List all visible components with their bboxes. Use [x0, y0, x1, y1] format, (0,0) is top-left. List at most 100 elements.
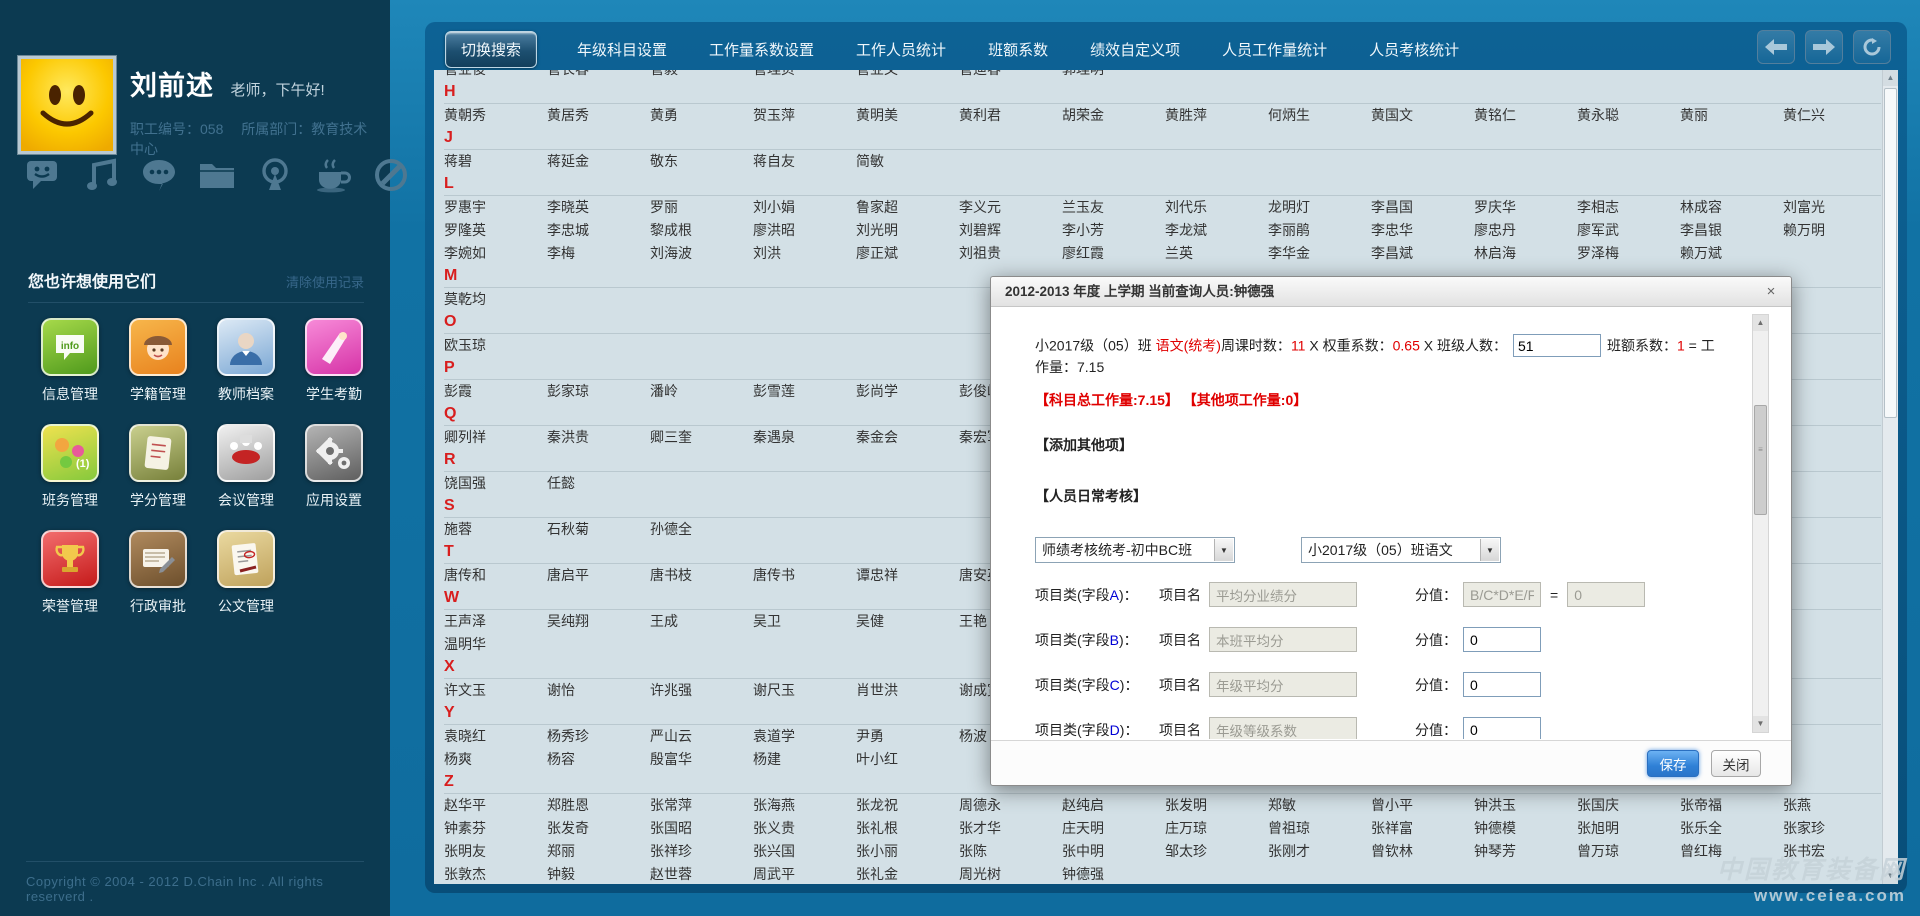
staff-name[interactable]: 吴健 — [856, 610, 959, 633]
staff-name[interactable]: 张义贵 — [753, 817, 856, 840]
staff-name[interactable]: 张发明 — [1165, 794, 1268, 817]
staff-name[interactable]: 刘海波 — [650, 242, 753, 265]
coffee-icon[interactable] — [312, 152, 354, 198]
staff-name[interactable]: 尹勇 — [856, 725, 959, 748]
staff-name[interactable]: 罗丽 — [650, 196, 753, 219]
tab-6[interactable]: 绩效自定义项 — [1088, 31, 1182, 68]
dialog-scroll-thumb[interactable]: ≡ — [1754, 405, 1767, 515]
staff-name[interactable]: 郑丽 — [547, 840, 650, 863]
staff-name[interactable]: 袁晓红 — [444, 725, 547, 748]
staff-name[interactable]: 黄胜萍 — [1165, 104, 1268, 127]
staff-name[interactable]: 王声泽 — [444, 610, 547, 633]
staff-name[interactable]: 张兴国 — [753, 840, 856, 863]
staff-name[interactable]: 彭尚学 — [856, 380, 959, 403]
chat-icon[interactable] — [138, 152, 180, 198]
staff-name[interactable]: 黄利君 — [959, 104, 1062, 127]
folder-icon[interactable] — [196, 152, 238, 198]
content-scrollbar[interactable]: ▲ ▼ — [1882, 70, 1898, 884]
staff-name[interactable]: 欧玉琼 — [444, 334, 547, 357]
staff-name[interactable]: 何炳生 — [1268, 104, 1371, 127]
staff-name[interactable]: 谢尺玉 — [753, 679, 856, 702]
scroll-up-arrow[interactable]: ▲ — [1883, 70, 1898, 86]
tab-8[interactable]: 人员考核统计 — [1367, 31, 1461, 68]
staff-name[interactable]: 赵世蓉 — [650, 863, 753, 884]
staff-name[interactable]: 钟德强 — [1062, 863, 1165, 884]
staff-name[interactable]: 兰英 — [1165, 242, 1268, 265]
staff-name[interactable]: 钟素芬 — [444, 817, 547, 840]
staff-name[interactable]: 管理贞 — [753, 70, 856, 81]
score-value-input[interactable] — [1463, 717, 1541, 739]
staff-name[interactable]: 李小芳 — [1062, 219, 1165, 242]
back-button[interactable] — [1757, 30, 1795, 64]
staff-name[interactable]: 李昌银 — [1680, 219, 1783, 242]
staff-name[interactable]: 杨容 — [547, 748, 650, 771]
staff-name[interactable]: 李晓英 — [547, 196, 650, 219]
staff-name[interactable]: 吴纯翔 — [547, 610, 650, 633]
staff-name[interactable]: 秦遇泉 — [753, 426, 856, 449]
class-subject-select[interactable]: 小2017级（05）班语文 ▼ — [1301, 537, 1501, 563]
staff-name[interactable]: 周德永 — [959, 794, 1062, 817]
staff-name[interactable]: 李丽鹃 — [1268, 219, 1371, 242]
add-other-items-label[interactable]: 【添加其他项】 — [1035, 435, 1721, 455]
app-tile-2[interactable]: 学籍管理 — [114, 318, 202, 424]
tab-5[interactable]: 班额系数 — [986, 31, 1050, 68]
staff-name[interactable]: 张礼金 — [856, 863, 959, 884]
staff-name[interactable]: 李昌国 — [1371, 196, 1474, 219]
staff-name[interactable]: 李昌斌 — [1371, 242, 1474, 265]
staff-name[interactable]: 庄天明 — [1062, 817, 1165, 840]
staff-name[interactable]: 张明友 — [444, 840, 547, 863]
staff-name[interactable]: 张才华 — [959, 817, 1062, 840]
staff-name[interactable]: 张发奇 — [547, 817, 650, 840]
scroll-thumb[interactable] — [1884, 88, 1897, 418]
staff-name[interactable]: 卿三奎 — [650, 426, 753, 449]
staff-name[interactable]: 李华金 — [1268, 242, 1371, 265]
staff-name[interactable]: 廖红霞 — [1062, 242, 1165, 265]
staff-name[interactable]: 许文玉 — [444, 679, 547, 702]
staff-name[interactable]: 张旭明 — [1577, 817, 1680, 840]
dialog-scrollbar[interactable]: ▲ ≡ ▼ — [1752, 314, 1769, 733]
review-scheme-select[interactable]: 师绩考核统考-初中BC班 ▼ — [1035, 537, 1235, 563]
staff-name[interactable]: 许兆强 — [650, 679, 753, 702]
staff-name[interactable]: 林启海 — [1474, 242, 1577, 265]
app-tile-4[interactable]: 学生考勤 — [290, 318, 378, 424]
staff-name[interactable]: 秦洪贵 — [547, 426, 650, 449]
staff-name[interactable]: 赵纯启 — [1062, 794, 1165, 817]
staff-name[interactable]: 赖万斌 — [1680, 242, 1783, 265]
staff-name[interactable]: 彭家琼 — [547, 380, 650, 403]
staff-name[interactable]: 蒋延金 — [547, 150, 650, 173]
staff-name[interactable]: 廖正斌 — [856, 242, 959, 265]
staff-name[interactable]: 管业文 — [856, 70, 959, 81]
staff-name[interactable]: 胡荣金 — [1062, 104, 1165, 127]
app-tile-1[interactable]: info信息管理 — [26, 318, 114, 424]
staff-name[interactable]: 唐传和 — [444, 564, 547, 587]
tab-1[interactable]: 切换搜索 — [445, 31, 537, 68]
staff-name[interactable]: 张刚才 — [1268, 840, 1371, 863]
staff-name[interactable]: 温明华 — [444, 633, 547, 656]
staff-name[interactable]: 贺玉萍 — [753, 104, 856, 127]
staff-name[interactable]: 张国昭 — [650, 817, 753, 840]
staff-name[interactable]: 莫乾均 — [444, 288, 547, 311]
staff-name[interactable]: 曾小平 — [1371, 794, 1474, 817]
staff-name[interactable]: 兰玉友 — [1062, 196, 1165, 219]
staff-name[interactable]: 赵华平 — [444, 794, 547, 817]
staff-name[interactable]: 叶小红 — [856, 748, 959, 771]
staff-name[interactable]: 杨爽 — [444, 748, 547, 771]
forward-button[interactable] — [1805, 30, 1843, 64]
staff-name[interactable]: 蒋自友 — [753, 150, 856, 173]
staff-name[interactable]: 黄居秀 — [547, 104, 650, 127]
staff-name[interactable]: 唐书枝 — [650, 564, 753, 587]
staff-name[interactable]: 张龙祝 — [856, 794, 959, 817]
staff-name[interactable]: 邹太珍 — [1165, 840, 1268, 863]
staff-name[interactable]: 彭霞 — [444, 380, 547, 403]
staff-name[interactable]: 黄朝秀 — [444, 104, 547, 127]
staff-name[interactable]: 管迪春 — [959, 70, 1062, 81]
clear-history-link[interactable]: 清除使用记录 — [286, 272, 364, 291]
staff-name[interactable]: 钟毅 — [547, 863, 650, 884]
staff-name[interactable]: 廖洪昭 — [753, 219, 856, 242]
staff-name[interactable]: 管业俊 — [444, 70, 547, 81]
close-button[interactable]: 关闭 — [1711, 750, 1761, 777]
staff-name[interactable]: 钟德模 — [1474, 817, 1577, 840]
score-value-input[interactable] — [1463, 672, 1541, 697]
staff-name[interactable]: 黄永聪 — [1577, 104, 1680, 127]
staff-name[interactable]: 鲁家超 — [856, 196, 959, 219]
